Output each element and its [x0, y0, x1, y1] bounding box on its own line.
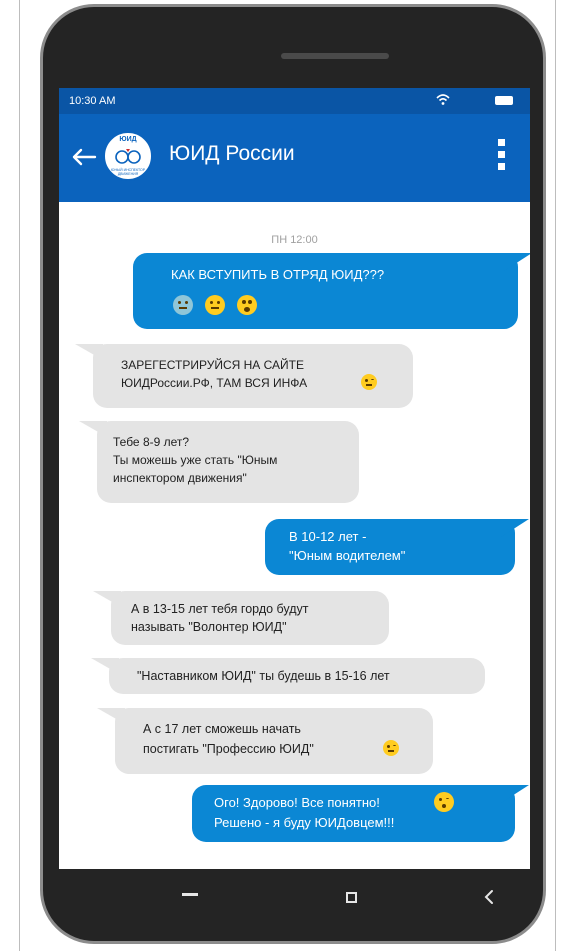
- message-text: постигать "Профессию ЮИД": [143, 742, 314, 756]
- message-bubble-incoming: А с 17 лет сможешь начать постигать "Про…: [97, 708, 433, 774]
- message-text: КАК ВСТУПИТЬ В ОТРЯД ЮИД???: [171, 267, 385, 282]
- navigation-bar: [59, 869, 530, 929]
- message-bubble-incoming: Тебе 8-9 лет? Ты можешь уже стать "Юным …: [79, 421, 359, 503]
- message-text: Ого! Здорово! Все понятно!: [214, 795, 380, 810]
- neutral-face-emoji-icon: [205, 295, 225, 315]
- status-bar: 10:30 AM: [59, 88, 530, 114]
- message-text: ЗАРЕГЕСТРИРУЙСЯ НА САЙТЕ: [121, 358, 305, 372]
- chat-title: ЮИД России: [169, 142, 295, 165]
- status-time: 10:30 AM: [69, 95, 116, 107]
- message-text: Решено - я буду ЮИДовцем!!!: [214, 815, 395, 830]
- logo-text: ЮИД: [119, 136, 137, 143]
- kissing-face-emoji-icon: [434, 792, 454, 812]
- message-bubble-incoming: А в 13-15 лет тебя гордо будут называть …: [93, 591, 389, 645]
- winking-face-emoji-icon: [361, 374, 377, 390]
- message-bubble-outgoing: В 10-12 лет - "Юным водителем": [265, 519, 529, 575]
- nav-home-button[interactable]: [346, 892, 357, 903]
- back-arrow-icon[interactable]: [69, 142, 99, 172]
- battery-icon: [495, 96, 513, 105]
- winking-face-emoji-icon: [383, 740, 399, 756]
- message-text: инспектором движения": [113, 471, 247, 485]
- page-border-left: [19, 0, 20, 951]
- message-text: ЮИДРоссии.РФ, ТАМ ВСЯ ИНФА: [121, 376, 308, 390]
- yuid-logo: ЮИД ЮНЫЙ ИНСПЕКТОР ДВИЖЕНИЯ: [103, 131, 153, 181]
- message-bubble-incoming: "Наставником ЮИД" ты будешь в 15-16 лет: [91, 658, 485, 694]
- message-text: "Наставником ЮИД" ты будешь в 15-16 лет: [137, 669, 390, 683]
- more-menu-icon[interactable]: [497, 139, 507, 179]
- message-text: Тебе 8-9 лет?: [113, 435, 190, 449]
- message-text: В 10-12 лет -: [289, 529, 367, 544]
- phone-screen: 10:30 AM ЮИД ЮНЫЙ ИНСПЕКТОР ДВИЖЕНИЯ ЮИД…: [59, 88, 530, 869]
- message-text: называть "Волонтер ЮИД": [131, 620, 287, 634]
- astonished-face-emoji-icon: [237, 295, 257, 315]
- message-bubble-incoming: ЗАРЕГЕСТРИРУЙСЯ НА САЙТЕ ЮИДРоссии.РФ, Т…: [75, 344, 413, 408]
- speaker-grille: [281, 53, 389, 59]
- message-bubble-outgoing: КАК ВСТУПИТЬ В ОТРЯД ЮИД???: [133, 253, 530, 329]
- nav-back-chevron-icon[interactable]: [483, 888, 495, 906]
- message-text: Ты можешь уже стать "Юным: [113, 453, 278, 467]
- wifi-icon: [436, 94, 450, 105]
- message-text: А с 17 лет сможешь начать: [143, 722, 301, 736]
- message-bubble-outgoing: Ого! Здорово! Все понятно! Решено - я бу…: [192, 785, 529, 842]
- chat-timestamp: ПН 12:00: [271, 234, 318, 246]
- logo-subtext: ЮНЫЙ ИНСПЕКТОР ДВИЖЕНИЯ: [110, 168, 146, 176]
- page-border-right: [555, 0, 556, 951]
- message-text: "Юным водителем": [289, 548, 406, 563]
- nav-minus-button[interactable]: [182, 893, 198, 896]
- app-bar: ЮИД ЮНЫЙ ИНСПЕКТОР ДВИЖЕНИЯ ЮИД России: [59, 114, 530, 202]
- logo-emblem-icon: [115, 149, 141, 164]
- anxious-face-emoji-icon: [173, 295, 193, 315]
- message-text: А в 13-15 лет тебя гордо будут: [131, 602, 309, 616]
